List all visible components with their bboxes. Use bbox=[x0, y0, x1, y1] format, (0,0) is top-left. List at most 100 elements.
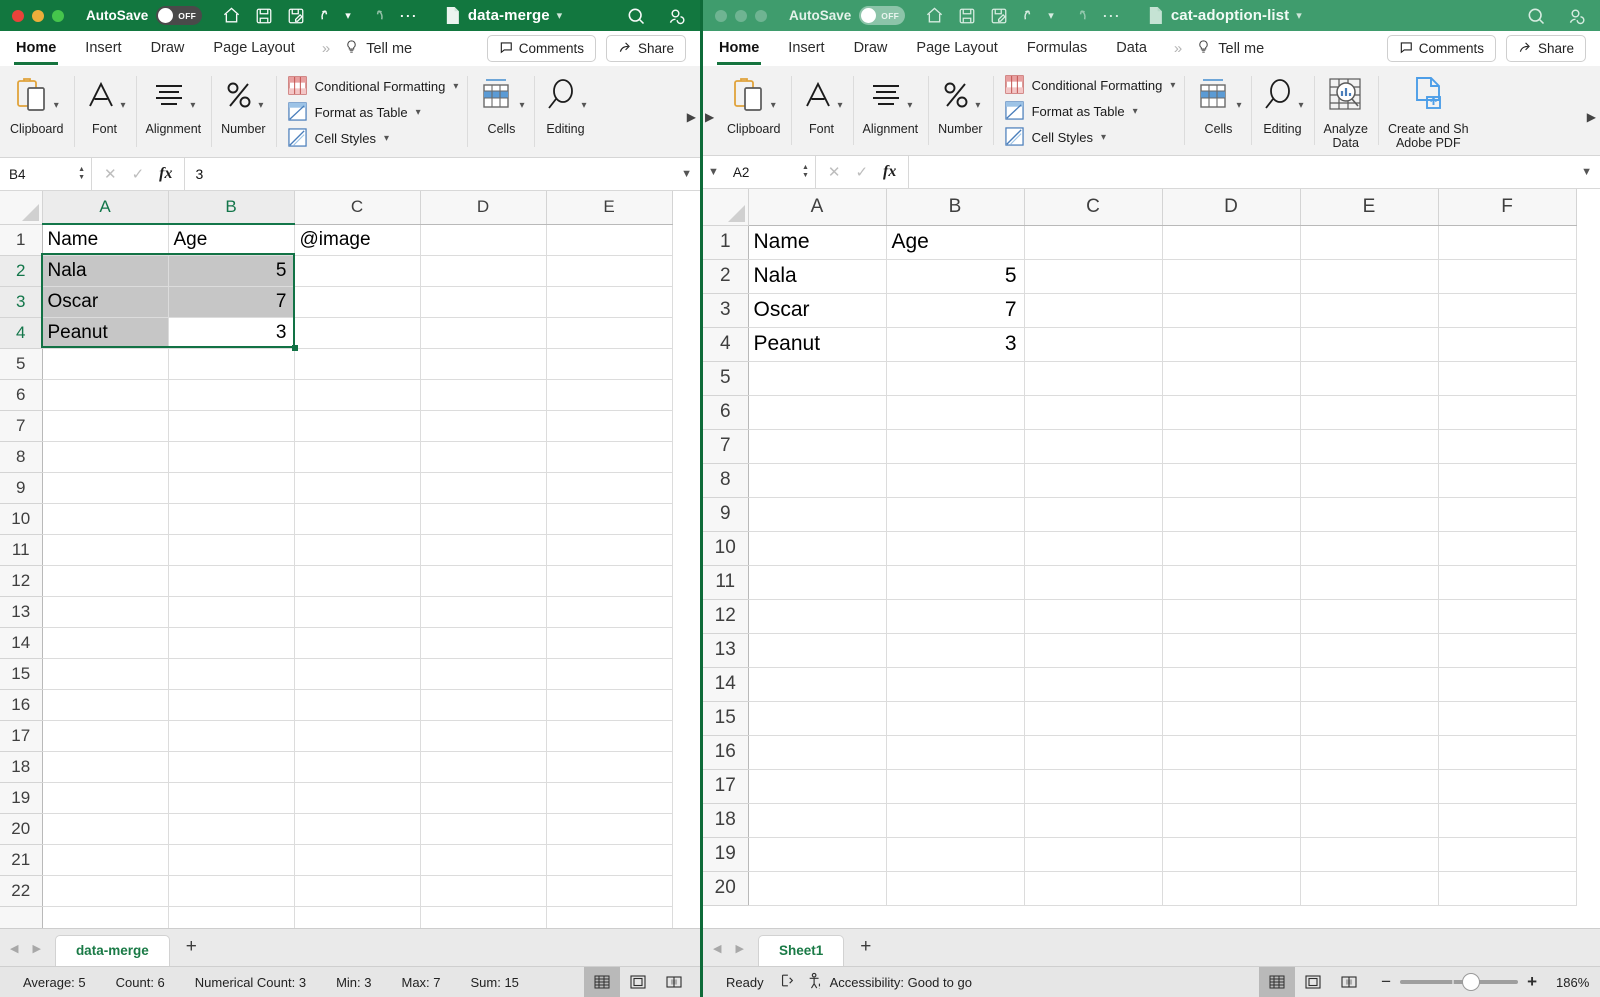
cell-D2[interactable] bbox=[1162, 259, 1301, 294]
save-icon[interactable] bbox=[958, 7, 976, 25]
cell-C9[interactable] bbox=[1024, 497, 1163, 532]
tabs-overflow-icon[interactable]: » bbox=[1174, 40, 1182, 57]
row-header-12[interactable]: 12 bbox=[0, 565, 43, 597]
cell-B11[interactable] bbox=[886, 565, 1025, 600]
cell-C21[interactable] bbox=[294, 844, 421, 876]
cell-B17[interactable] bbox=[886, 769, 1025, 804]
cell-C9[interactable] bbox=[294, 472, 421, 504]
formula-bar-expand-icon[interactable]: ▼ bbox=[673, 158, 700, 190]
ribbon-expand-icon[interactable]: ▶ bbox=[1587, 110, 1596, 124]
cell-B4[interactable]: 3 bbox=[886, 327, 1025, 362]
cell-B2[interactable]: 5 bbox=[886, 259, 1025, 294]
cell-F17[interactable] bbox=[1438, 769, 1577, 804]
alignment-icon[interactable] bbox=[151, 78, 187, 117]
cell-B15[interactable] bbox=[168, 658, 295, 690]
fill-handle[interactable] bbox=[292, 345, 298, 351]
ribbon-group-analyze-data[interactable]: Analyze Data bbox=[1313, 70, 1378, 153]
status-bar[interactable]: Average: 5 Count: 6 Numerical Count: 3 M… bbox=[0, 966, 700, 997]
row-header-16[interactable]: 16 bbox=[0, 689, 43, 721]
cell-D9[interactable] bbox=[420, 472, 547, 504]
tab-data[interactable]: Data bbox=[1114, 34, 1149, 64]
cells-icon[interactable] bbox=[1195, 76, 1233, 119]
cell-C2[interactable] bbox=[1024, 259, 1163, 294]
cell-E4[interactable] bbox=[1300, 327, 1439, 362]
cell-A14[interactable] bbox=[42, 627, 169, 659]
column-header-D[interactable]: D bbox=[1162, 189, 1301, 226]
cell-C19[interactable] bbox=[1024, 837, 1163, 872]
cell-F6[interactable] bbox=[1438, 395, 1577, 430]
insert-function-icon[interactable]: fx bbox=[883, 163, 896, 181]
font-dropdown-icon[interactable]: ▾ bbox=[838, 100, 843, 111]
tab-insert[interactable]: Insert bbox=[83, 34, 123, 64]
cell-D4[interactable] bbox=[420, 317, 547, 349]
cell-E18[interactable] bbox=[546, 751, 673, 783]
tell-me-button[interactable]: Tell me bbox=[1196, 38, 1264, 59]
cell-E9[interactable] bbox=[1300, 497, 1439, 532]
cell-B3[interactable]: 7 bbox=[168, 286, 295, 318]
cell-C23[interactable] bbox=[294, 906, 421, 928]
row-header-12[interactable]: 12 bbox=[703, 599, 749, 634]
cell-D11[interactable] bbox=[420, 534, 547, 566]
cell-D13[interactable] bbox=[420, 596, 547, 628]
cell-E9[interactable] bbox=[546, 472, 673, 504]
cell-A1[interactable]: Name bbox=[42, 224, 169, 256]
save-as-icon[interactable] bbox=[990, 7, 1008, 25]
cell-B22[interactable] bbox=[168, 875, 295, 907]
sheet-table[interactable]: A B C D E F 1 Name Age 2 Nala 5 3 Oscar … bbox=[703, 189, 1577, 906]
cell-D20[interactable] bbox=[1162, 871, 1301, 906]
row-header-7[interactable]: 7 bbox=[0, 410, 43, 442]
editing-icon[interactable] bbox=[544, 76, 578, 119]
cell-A4[interactable]: Peanut bbox=[748, 327, 887, 362]
row-header-9[interactable]: 9 bbox=[703, 497, 749, 532]
font-icon[interactable] bbox=[84, 76, 118, 119]
formula-bar-buttons[interactable]: ✕ ✓ fx bbox=[816, 156, 908, 188]
cell-D5[interactable] bbox=[420, 348, 547, 380]
tab-insert[interactable]: Insert bbox=[786, 34, 826, 64]
comments-button[interactable]: Comments bbox=[486, 35, 596, 62]
cell-A10[interactable] bbox=[748, 531, 887, 566]
cell-B23[interactable] bbox=[168, 906, 295, 928]
cell-C11[interactable] bbox=[294, 534, 421, 566]
cell-D19[interactable] bbox=[420, 782, 547, 814]
cell-B20[interactable] bbox=[886, 871, 1025, 906]
row-header-14[interactable]: 14 bbox=[0, 627, 43, 659]
cell-styles-button[interactable]: Cell Styles ▾ bbox=[287, 127, 459, 150]
cell-B14[interactable] bbox=[886, 667, 1025, 702]
analyze-data-icon[interactable] bbox=[1326, 75, 1366, 120]
page-break-icon[interactable] bbox=[1331, 967, 1367, 997]
cell-A18[interactable] bbox=[748, 803, 887, 838]
cell-E14[interactable] bbox=[1300, 667, 1439, 702]
alignment-icon[interactable] bbox=[868, 78, 904, 117]
ribbon-tabs[interactable]: Home Insert Draw Page Layout » Tell me C… bbox=[0, 31, 700, 66]
excel-window-data-merge[interactable]: AutoSave OFF ▾ ⋯ data-merge ▾ Home Inser… bbox=[0, 0, 700, 997]
name-box[interactable]: A2 ▲ ▼ bbox=[724, 156, 816, 188]
row-header-10[interactable]: 10 bbox=[703, 531, 749, 566]
spreadsheet-grid[interactable]: A B C D E F 1 Name Age 2 Nala 5 3 Oscar … bbox=[703, 189, 1600, 928]
ribbon-group-styles[interactable]: Conditional Formatting ▾ Format as Table… bbox=[275, 70, 469, 155]
sheet-tab-sheet1[interactable]: Sheet1 bbox=[757, 935, 845, 966]
format-as-table-dropdown-icon[interactable]: ▾ bbox=[416, 107, 421, 118]
cell-E16[interactable] bbox=[546, 689, 673, 721]
cell-C22[interactable] bbox=[294, 875, 421, 907]
sheet-nav-arrows[interactable]: ◀ ▶ bbox=[713, 942, 744, 966]
editing-icon[interactable] bbox=[1261, 76, 1295, 119]
cell-D17[interactable] bbox=[1162, 769, 1301, 804]
row-header-16[interactable]: 16 bbox=[703, 735, 749, 770]
page-layout-icon[interactable] bbox=[620, 967, 656, 997]
tab-home[interactable]: Home bbox=[14, 34, 59, 65]
tab-draw[interactable]: Draw bbox=[149, 34, 187, 64]
chevron-down-icon[interactable]: ▾ bbox=[557, 9, 563, 22]
cell-C7[interactable] bbox=[1024, 429, 1163, 464]
ribbon-group-editing[interactable]: ▾ Editing bbox=[1251, 70, 1313, 153]
cell-F15[interactable] bbox=[1438, 701, 1577, 736]
zoom-level-label[interactable]: 186% bbox=[1546, 975, 1592, 990]
cell-A20[interactable] bbox=[42, 813, 169, 845]
cell-F13[interactable] bbox=[1438, 633, 1577, 668]
cell-A16[interactable] bbox=[42, 689, 169, 721]
cell-C3[interactable] bbox=[1024, 293, 1163, 328]
sheet-tab-data-merge[interactable]: data-merge bbox=[54, 935, 170, 966]
cell-E18[interactable] bbox=[1300, 803, 1439, 838]
format-as-table-dropdown-icon[interactable]: ▾ bbox=[1133, 106, 1138, 117]
cell-C10[interactable] bbox=[1024, 531, 1163, 566]
cell-B1[interactable]: Age bbox=[886, 225, 1025, 260]
